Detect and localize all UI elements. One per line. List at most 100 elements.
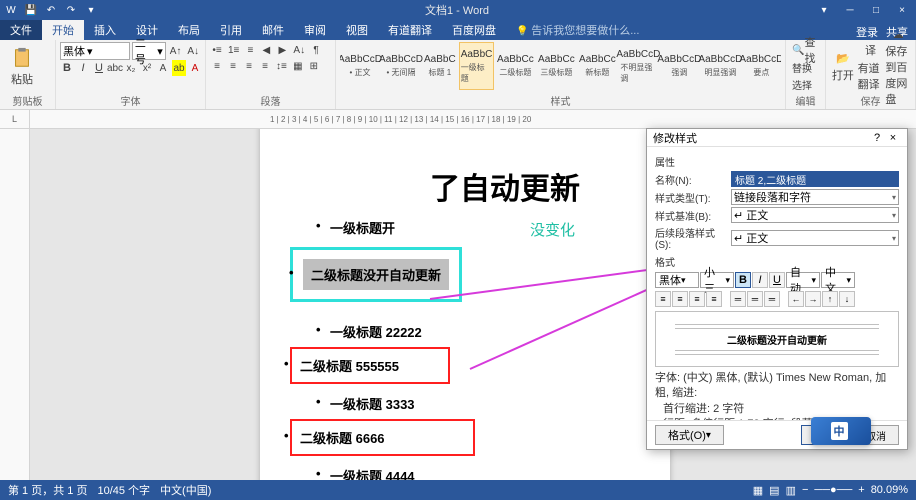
fmt-size-select[interactable]: 小三▾ xyxy=(700,272,734,288)
dialog-help-icon[interactable]: ? xyxy=(869,132,885,144)
style-item[interactable]: AaBbCc新标题 xyxy=(577,42,617,90)
superscript-button[interactable]: x² xyxy=(140,60,154,76)
style-item[interactable]: AaBbCcD不明显强调 xyxy=(618,42,658,90)
tab-home[interactable]: 开始 xyxy=(42,20,84,40)
align-center-icon[interactable]: ≡ xyxy=(226,58,240,74)
font-color-icon[interactable]: A xyxy=(188,60,202,76)
format-menu-button[interactable]: 格式(O) ▾ xyxy=(655,425,724,445)
style-item[interactable]: AaBbCcD• 无间隔 xyxy=(381,42,421,90)
heading2-highlighted[interactable]: 二级标题没开自动更新 xyxy=(303,259,449,290)
tab-baidu[interactable]: 百度网盘 xyxy=(442,20,506,40)
ruler-marks[interactable]: 1 | 2 | 3 | 4 | 5 | 6 | 7 | 8 | 9 | 10 |… xyxy=(30,110,916,128)
view-read-icon[interactable]: ▦ xyxy=(753,484,763,497)
subscript-button[interactable]: x₂ xyxy=(124,60,138,76)
close-button[interactable]: × xyxy=(890,1,914,19)
tab-translate[interactable]: 有道翻译 xyxy=(378,20,442,40)
borders-icon[interactable]: ⊞ xyxy=(307,58,321,74)
strike-button[interactable]: abc xyxy=(108,60,122,76)
fmt-italic-button[interactable]: I xyxy=(752,272,768,288)
heading1-2[interactable]: 一级标题 22222 xyxy=(330,322,640,341)
style-item[interactable]: AaBbCcD强调 xyxy=(659,42,699,90)
numbering-icon[interactable]: 1≡ xyxy=(226,42,241,58)
tab-review[interactable]: 审阅 xyxy=(294,20,336,40)
find-button[interactable]: 🔍查找 xyxy=(790,42,821,58)
text-effects-icon[interactable]: A xyxy=(156,60,170,76)
align-right-icon[interactable]: ≡ xyxy=(242,58,256,74)
fmt-align-center[interactable]: ≡ xyxy=(672,291,688,307)
fmt-justify[interactable]: ≡ xyxy=(706,291,722,307)
sort-icon[interactable]: A↓ xyxy=(291,42,307,58)
bold-button[interactable]: B xyxy=(60,60,74,76)
signin-link[interactable]: 登录 xyxy=(856,24,878,40)
tab-mailings[interactable]: 邮件 xyxy=(252,20,294,40)
style-name-input[interactable] xyxy=(731,171,899,187)
fmt-align-right[interactable]: ≡ xyxy=(689,291,705,307)
heading1-4[interactable]: 一级标题 4444 xyxy=(330,466,640,480)
fmt-lang-select[interactable]: 中文▾ xyxy=(821,272,855,288)
zoom-level[interactable]: 80.09% xyxy=(871,484,908,496)
dec-indent-icon[interactable]: ◀ xyxy=(259,42,273,58)
fmt-underline-button[interactable]: U xyxy=(769,272,785,288)
qat-more-icon[interactable]: ▾ xyxy=(84,3,98,17)
select-button[interactable]: 选择 xyxy=(790,76,814,92)
ime-floating-bar[interactable] xyxy=(811,417,871,445)
status-words[interactable]: 10/45 个字 xyxy=(97,482,150,498)
style-item[interactable]: AaBbCcD要点 xyxy=(741,42,781,90)
tab-references[interactable]: 引用 xyxy=(210,20,252,40)
justify-icon[interactable]: ≡ xyxy=(258,58,272,74)
next-style-select[interactable]: ↵ 正文 xyxy=(731,230,899,246)
highlight-icon[interactable]: ab xyxy=(172,60,186,76)
fmt-color-select[interactable]: 自动▾ xyxy=(786,272,820,288)
align-left-icon[interactable]: ≡ xyxy=(210,58,224,74)
bullets-icon[interactable]: •≡ xyxy=(210,42,224,58)
heading1-3[interactable]: 一级标题 3333 xyxy=(330,394,640,413)
based-on-select[interactable]: ↵ 正文 xyxy=(731,207,899,223)
tab-layout[interactable]: 布局 xyxy=(168,20,210,40)
shading-icon[interactable]: ▦ xyxy=(291,58,305,74)
italic-button[interactable]: I xyxy=(76,60,90,76)
zoom-slider[interactable]: ──●── xyxy=(814,484,852,496)
style-item[interactable]: AaBbCc二级标题 xyxy=(495,42,535,90)
inc-indent-icon[interactable]: ▶ xyxy=(275,42,289,58)
heading1-1[interactable]: 一级标题开 xyxy=(330,218,640,237)
fmt-spacing-2[interactable]: ═ xyxy=(747,291,763,307)
shrink-font-icon[interactable]: A↓ xyxy=(185,43,201,59)
fmt-indent-inc[interactable]: → xyxy=(805,291,821,307)
style-item[interactable]: AaBbCcD• 正文 xyxy=(340,42,380,90)
maximize-button[interactable]: □ xyxy=(864,1,888,19)
minimize-button[interactable]: ─ xyxy=(838,1,862,19)
fmt-bold-button[interactable]: B xyxy=(735,272,751,288)
paste-button[interactable]: 粘贴 xyxy=(4,42,40,92)
view-print-icon[interactable]: ▤ xyxy=(769,484,779,497)
view-web-icon[interactable]: ▥ xyxy=(786,484,796,497)
style-item[interactable]: AaBbC标题 1 xyxy=(422,42,458,90)
zoom-in-icon[interactable]: + xyxy=(858,484,864,496)
replace-button[interactable]: 替换 xyxy=(790,59,814,75)
style-gallery[interactable]: AaBbCcD• 正文AaBbCcD• 无间隔AaBbC标题 1AaBbC一级标… xyxy=(340,42,781,92)
fmt-para-before[interactable]: ↑ xyxy=(822,291,838,307)
show-marks-icon[interactable]: ¶ xyxy=(309,42,323,58)
font-name-select[interactable]: 黑体▾ xyxy=(60,42,130,60)
heading2-2[interactable]: 二级标题 555555 xyxy=(298,354,442,377)
grow-font-icon[interactable]: A↑ xyxy=(168,43,184,59)
tab-file[interactable]: 文件 xyxy=(0,20,42,40)
fmt-spacing-3[interactable]: ═ xyxy=(764,291,780,307)
save-icon[interactable]: 💾 xyxy=(24,3,38,17)
fmt-indent-dec[interactable]: ← xyxy=(788,291,804,307)
youdao-translate-button[interactable]: 译有道翻译 xyxy=(858,42,884,92)
font-size-select[interactable]: 二号▾ xyxy=(132,42,166,60)
style-item[interactable]: AaBbC一级标题 xyxy=(459,42,495,90)
style-item[interactable]: AaBbCc三级标题 xyxy=(536,42,576,90)
heading2-3[interactable]: 二级标题 6666 xyxy=(298,426,467,449)
style-type-select[interactable]: 链接段落和字符 xyxy=(731,189,899,205)
underline-button[interactable]: U xyxy=(92,60,106,76)
baidu-save-button[interactable]: ☁保存到百度网盘 xyxy=(885,42,911,92)
status-lang[interactable]: 中文(中国) xyxy=(160,482,211,498)
undo-icon[interactable]: ↶ xyxy=(44,3,58,17)
ribbon-opts-icon[interactable]: ▾ xyxy=(812,1,836,19)
redo-icon[interactable]: ↷ xyxy=(64,3,78,17)
fmt-spacing-1[interactable]: ═ xyxy=(730,291,746,307)
multilevel-icon[interactable]: ≡ xyxy=(243,42,257,58)
dialog-close-icon[interactable]: × xyxy=(885,132,901,144)
ruler-vertical[interactable] xyxy=(0,129,30,480)
